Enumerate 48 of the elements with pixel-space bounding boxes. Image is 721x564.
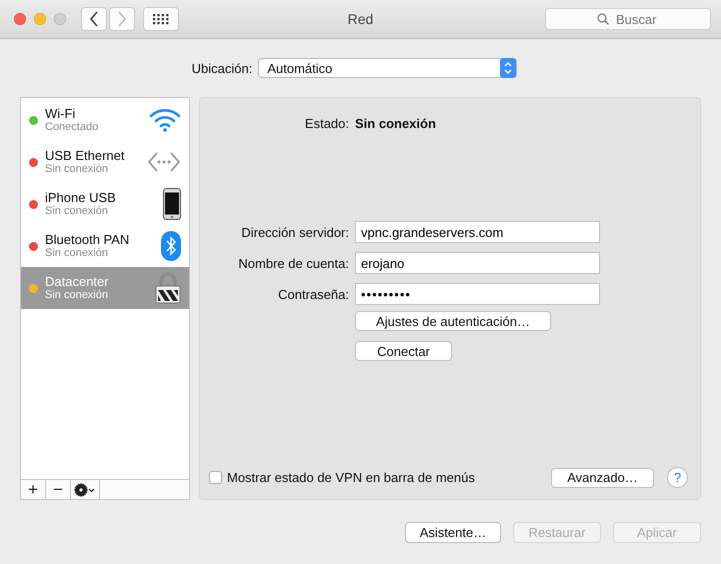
connect-button[interactable]: Conectar (355, 341, 452, 361)
service-name: Bluetooth PAN (45, 232, 130, 247)
service-name: Wi-Fi (45, 106, 76, 121)
service-status: Sin conexión (45, 247, 109, 260)
service-name: iPhone USB (45, 190, 117, 205)
checkbox[interactable] (209, 471, 222, 484)
service-item[interactable]: iPhone USB Sin conexión (21, 183, 189, 225)
service-name: USB Ethernet (45, 148, 126, 163)
phone-icon (163, 188, 181, 220)
input-field[interactable]: vpnc.grandeservers.com (355, 221, 600, 243)
service-item[interactable]: Bluetooth PAN Sin conexión (21, 225, 189, 267)
window-title: Red (348, 11, 374, 27)
service-name: Datacenter (45, 274, 110, 289)
wifi-icon (149, 108, 181, 132)
auth-settings-button[interactable]: Ajustes de autenticación… (355, 311, 551, 331)
input-field[interactable]: erojano (355, 252, 600, 274)
chevron-left-icon (89, 11, 99, 27)
location-dropdown[interactable]: Automático (258, 58, 518, 78)
help-button[interactable]: ? (667, 467, 688, 488)
search-field[interactable]: Buscar (545, 8, 711, 30)
service-status: Sin conexión (45, 163, 109, 176)
field-label: Dirección servidor: (240, 224, 350, 240)
stepper-icon (500, 58, 516, 78)
close-button[interactable] (14, 13, 26, 25)
checkbox-label: Mostrar estado de VPN en barra de menús (227, 470, 475, 485)
service-item[interactable]: USB Ethernet Sin conexión (21, 141, 189, 183)
service-status: Conectado (45, 121, 100, 134)
back-button[interactable] (81, 7, 107, 31)
advanced-button[interactable]: Avanzado… (551, 468, 654, 488)
minimize-button[interactable] (34, 13, 46, 25)
service-status: Sin conexión (45, 289, 109, 302)
connector-icon (147, 151, 181, 173)
field-label: Contraseña: (277, 286, 350, 302)
bluetooth-icon (161, 231, 181, 261)
service-item[interactable]: Wi-Fi Conectado (21, 99, 189, 141)
footer-button[interactable]: Asistente… (405, 522, 501, 543)
grid-icon (153, 14, 169, 24)
gear-icon (74, 482, 96, 496)
chevron-right-icon (117, 11, 127, 27)
service-status: Sin conexión (45, 205, 109, 218)
field-label: Nombre de cuenta: (237, 256, 350, 270)
status-value: Sin conexión (355, 116, 436, 131)
input-field[interactable]: ••••••••• (355, 283, 600, 305)
location-label: Ubicación: (192, 60, 252, 76)
padlock-icon (155, 272, 181, 304)
zoom-button[interactable] (54, 13, 66, 25)
grid-button[interactable] (143, 7, 179, 31)
status-label: Estado: (304, 116, 350, 131)
